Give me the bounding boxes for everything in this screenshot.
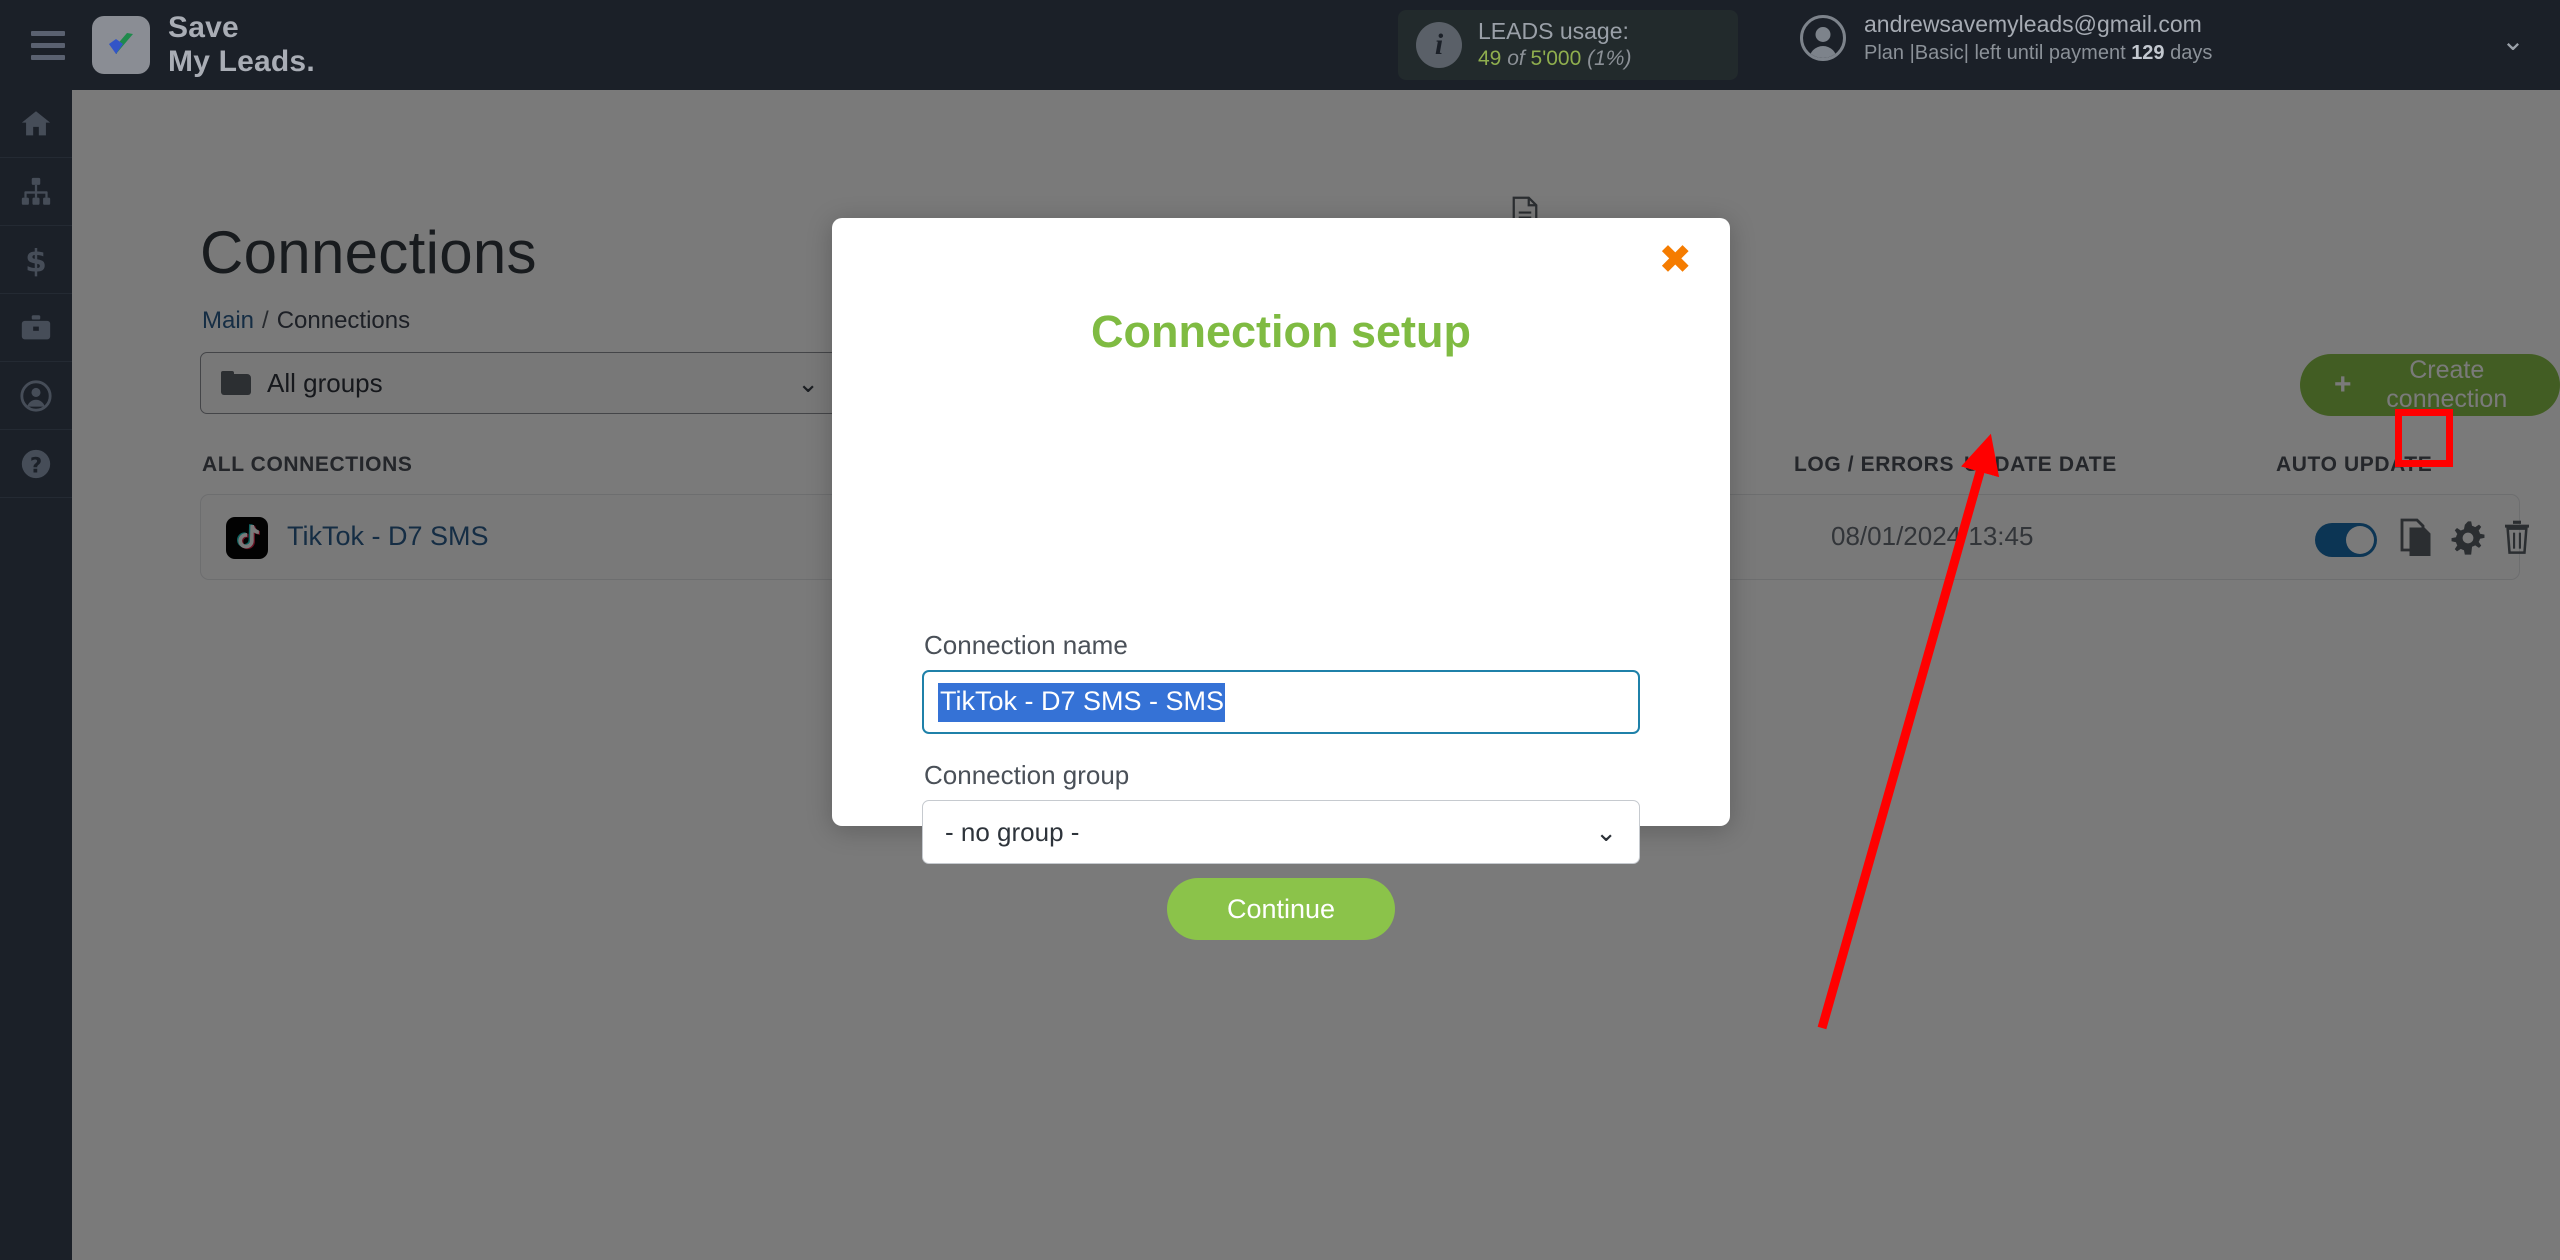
- logo-checkmark-icon: [92, 16, 150, 74]
- chevron-down-icon[interactable]: ⌄: [2500, 27, 2526, 55]
- svg-text:$: $: [25, 243, 47, 277]
- sitemap-icon: [21, 177, 51, 205]
- chevron-down-icon: ⌄: [1595, 816, 1617, 847]
- sidebar-item-services[interactable]: [0, 294, 72, 362]
- usage-of: of: [1501, 47, 1531, 71]
- user-avatar-icon: [1800, 14, 1846, 61]
- close-icon[interactable]: ✖: [1658, 240, 1692, 280]
- account-email: andrewsavemyleads@gmail.com: [1864, 11, 2202, 37]
- connection-name-label: Connection name: [924, 630, 1128, 660]
- info-icon: i: [1416, 22, 1462, 68]
- hamburger-menu-icon[interactable]: [12, 30, 84, 60]
- home-icon: [21, 110, 51, 135]
- connection-name-value: TikTok - D7 SMS - SMS: [938, 682, 1226, 722]
- app-root: Save My Leads. i LEADS usage: 49 of 5'00…: [0, 0, 2560, 1260]
- brand-line-2: My Leads.: [168, 45, 315, 78]
- plan-days: 129: [2131, 41, 2165, 64]
- brand-line-1: Save: [168, 11, 239, 45]
- sidebar-item-home[interactable]: [0, 90, 72, 158]
- sidebar-item-help[interactable]: ?: [0, 430, 72, 498]
- continue-button[interactable]: Continue: [1167, 878, 1395, 940]
- sidebar-item-billing[interactable]: $: [0, 226, 72, 294]
- question-circle-icon: ?: [21, 449, 51, 478]
- user-icon: [20, 379, 52, 412]
- svg-text:?: ?: [30, 453, 42, 478]
- account-plan: Plan |Basic| left until payment 129 days: [1864, 40, 2212, 66]
- usage-percent: (1%): [1581, 47, 1632, 71]
- connection-name-input[interactable]: TikTok - D7 SMS - SMS: [922, 670, 1640, 734]
- sidebar-item-connections[interactable]: [0, 158, 72, 226]
- usage-value: 49 of 5'000 (1%): [1478, 46, 1631, 73]
- sidebar-item-account[interactable]: [0, 362, 72, 430]
- usage-used: 49: [1478, 47, 1502, 71]
- brand-text: Save My Leads.: [168, 11, 315, 78]
- plan-prefix: Plan |Basic| left until payment: [1864, 41, 2132, 64]
- dollar-icon: $: [25, 243, 47, 277]
- usage-total: 5'000: [1530, 47, 1582, 71]
- connection-group-value: - no group -: [945, 816, 1080, 847]
- brand-logo[interactable]: Save My Leads.: [92, 11, 315, 78]
- account-block[interactable]: andrewsavemyleads@gmail.com Plan |Basic|…: [1800, 10, 2212, 66]
- modal-title: Connection setup: [1091, 306, 1471, 357]
- sidebar-rail: $ ?: [0, 90, 72, 1260]
- connection-group-select[interactable]: - no group - ⌄: [922, 800, 1640, 864]
- usage-title: LEADS usage:: [1478, 17, 1629, 44]
- top-bar: Save My Leads. i LEADS usage: 49 of 5'00…: [0, 0, 2560, 90]
- usage-text: LEADS usage: 49 of 5'000 (1%): [1478, 17, 1631, 73]
- plan-suffix: days: [2164, 41, 2213, 64]
- briefcase-icon: [21, 314, 51, 339]
- account-text: andrewsavemyleads@gmail.com Plan |Basic|…: [1864, 10, 2212, 66]
- connection-setup-modal: ✖ Connection setup Connection name TikTo…: [832, 218, 1730, 940]
- connection-group-label: Connection group: [924, 760, 1130, 790]
- gear-highlight-box: [2395, 409, 2453, 467]
- leads-usage-box[interactable]: i LEADS usage: 49 of 5'000 (1%): [1398, 10, 1738, 80]
